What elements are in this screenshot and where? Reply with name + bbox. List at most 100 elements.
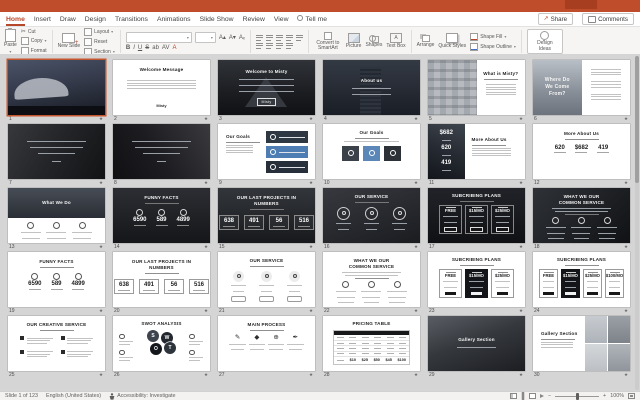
slideshow-view-button[interactable] (540, 394, 544, 398)
reset-button[interactable]: Reset (84, 38, 115, 46)
columns-button[interactable] (286, 43, 293, 49)
quick-styles-button[interactable]: Quick Styles (438, 33, 466, 49)
slide-thumbnail-21[interactable]: OUR SERVICE (218, 252, 315, 307)
tab-animations[interactable]: Animations (157, 13, 191, 26)
shape-fill-button[interactable]: Shape Fill▾ (470, 33, 516, 41)
tab-tell-me[interactable]: Tell me (297, 13, 327, 26)
text-region: Gallery Section (533, 316, 585, 371)
scrollbar-thumb[interactable] (635, 56, 639, 183)
language-button[interactable]: English (United States) (46, 393, 101, 399)
comments-button[interactable]: Comments (582, 13, 634, 25)
slide-thumbnail-2[interactable]: Welcome MessageMisty (113, 60, 210, 115)
picture-button[interactable]: Picture (346, 33, 362, 49)
indent-decrease-button[interactable] (276, 35, 283, 41)
slide-thumbnail-13[interactable]: What We Do (8, 188, 105, 243)
slide-thumbnail-29[interactable]: Gallery Section (428, 316, 525, 371)
bold-button[interactable]: B (126, 45, 130, 51)
fit-to-window-button[interactable] (628, 393, 635, 399)
slide-thumbnail-9[interactable]: Our Goals (218, 124, 315, 179)
quick-styles-icon (446, 33, 458, 43)
align-right-button[interactable] (276, 43, 283, 49)
slide-thumbnail-27[interactable]: MAIN PROCESS✎◆⊕✒ (218, 316, 315, 371)
slide-thumbnail-12[interactable]: More About Us620$682419 (533, 124, 630, 179)
vertical-scrollbar[interactable] (635, 56, 639, 390)
slide-thumbnail-17[interactable]: SUBCRIBING PLANSFREE$15/MO$25/MO (428, 188, 525, 243)
slide-sorter-view-button[interactable] (521, 392, 525, 400)
convert-smartart-button[interactable]: Convert to SmartArt (314, 32, 342, 52)
zoom-in-button[interactable]: + (603, 393, 606, 399)
underline-button[interactable]: U (138, 45, 142, 51)
character-spacing-button[interactable]: AV (162, 45, 170, 51)
tab-draw[interactable]: Draw (60, 13, 76, 26)
slide-thumbnail-8[interactable] (113, 124, 210, 179)
zoom-out-button[interactable]: − (548, 393, 551, 399)
slide-thumbnail-15[interactable]: OUR LAST PROJECTS IN NUMBERS63849156516 (218, 188, 315, 243)
copy-button[interactable]: Copy▾ (21, 37, 47, 45)
share-button[interactable]: ↗Share (538, 13, 574, 25)
slide-thumbnail-30[interactable]: Gallery Section (533, 316, 630, 371)
slide-thumbnail-3[interactable]: Welcome to MistyMisty (218, 60, 315, 115)
slide-thumbnail-4[interactable]: About us (323, 60, 420, 115)
slide-thumbnail-7[interactable] (8, 124, 105, 179)
normal-view-button[interactable] (510, 393, 517, 399)
new-slide-button[interactable]: New Slide (58, 33, 81, 49)
shape-outline-label: Shape Outline (480, 44, 512, 50)
line-spacing-button[interactable] (296, 35, 303, 41)
strikethrough-button[interactable]: S (145, 45, 149, 51)
slide-footer: 11★ (428, 179, 525, 187)
slide-thumbnail-5[interactable]: What is Misty? (428, 60, 525, 115)
label-icon (189, 334, 195, 340)
bullets-button[interactable] (256, 35, 263, 41)
slide-thumbnail-24[interactable]: SUBCRIBING PLANSFREE$15/MO$25/MO$100/MO (533, 252, 630, 307)
cut-button[interactable]: ✂Cut (21, 29, 47, 35)
font-name-combo[interactable]: ▾ (126, 32, 192, 43)
slide-thumbnail-10[interactable]: Our Goals (323, 124, 420, 179)
slide-thumbnail-26[interactable]: SWOT ANALYSISSWOT (113, 316, 210, 371)
zoom-level[interactable]: 100% (610, 393, 624, 399)
slide-thumbnail-18[interactable]: WHAT WE OUR COMMON SERVICE (533, 188, 630, 243)
text-shadow-button[interactable]: ab (152, 45, 159, 51)
tab-review[interactable]: Review (243, 13, 265, 26)
reading-view-button[interactable] (529, 393, 536, 399)
tab-slide-show[interactable]: Slide Show (200, 13, 234, 26)
accessibility-button[interactable]: Accessibility: Investigate (109, 393, 175, 400)
slide-thumbnail-28[interactable]: PRICING TABLE$10$25$50$45$100 (323, 316, 420, 371)
clear-formatting-button[interactable]: Aₓ (239, 35, 245, 41)
numbering-button[interactable] (266, 35, 273, 41)
slide-thumbnail-1[interactable] (8, 60, 105, 115)
service-icon (368, 281, 375, 288)
slide-cell: OUR SERVICE21★ (218, 252, 315, 315)
tab-insert[interactable]: Insert (34, 13, 51, 26)
indent-increase-button[interactable] (286, 35, 293, 41)
slide-thumbnail-14[interactable]: FUNNY FACTS65905894899 (113, 188, 210, 243)
shape-outline-button[interactable]: Shape Outline▾ (470, 43, 516, 51)
slide-thumbnail-25[interactable]: OUR CREATIVE SERVICE (8, 316, 105, 371)
align-left-button[interactable] (256, 43, 263, 49)
increase-font-button[interactable]: A▴ (219, 34, 226, 41)
slide-thumbnail-11[interactable]: $682620419More About Us (428, 124, 525, 179)
tab-transitions[interactable]: Transitions (115, 13, 148, 26)
slide-thumbnail-22[interactable]: WHAT WE OUR COMMON SERVICE (323, 252, 420, 307)
tab-home[interactable]: Home (6, 13, 25, 26)
slide-thumbnail-19[interactable]: FUNNY FACTS65905894899 (8, 252, 105, 307)
design-ideas-button[interactable]: Design Ideas (527, 29, 563, 54)
tab-design[interactable]: Design (85, 13, 106, 26)
paste-button[interactable]: Paste ▾ (4, 29, 17, 53)
text-box-button[interactable]: A Text Box (386, 33, 405, 49)
slide-footer: 28★ (323, 371, 420, 379)
shapes-button[interactable]: Shapes (365, 34, 382, 48)
align-center-button[interactable] (266, 43, 273, 49)
zoom-slider[interactable] (555, 396, 599, 397)
slide-thumbnail-6[interactable]: Where Do We Come From? (533, 60, 630, 115)
zoom-slider-thumb[interactable] (576, 393, 579, 400)
slide-thumbnail-23[interactable]: SUBCRIBING PLANSFREE$15/MO$25/MO (428, 252, 525, 307)
slide-thumbnail-20[interactable]: OUR LAST PROJECTS IN NUMBERS63849156516 (113, 252, 210, 307)
slide-thumbnail-16[interactable]: OUR SERVICE (323, 188, 420, 243)
font-size-combo[interactable]: ▾ (195, 32, 216, 43)
tab-view[interactable]: View (274, 13, 289, 26)
italic-button[interactable]: I (133, 45, 135, 51)
font-color-button[interactable]: A (172, 45, 176, 51)
layout-button[interactable]: Layout▾ (84, 28, 115, 36)
decrease-font-button[interactable]: A▾ (229, 34, 236, 41)
arrange-button[interactable]: Arrange (417, 34, 435, 48)
